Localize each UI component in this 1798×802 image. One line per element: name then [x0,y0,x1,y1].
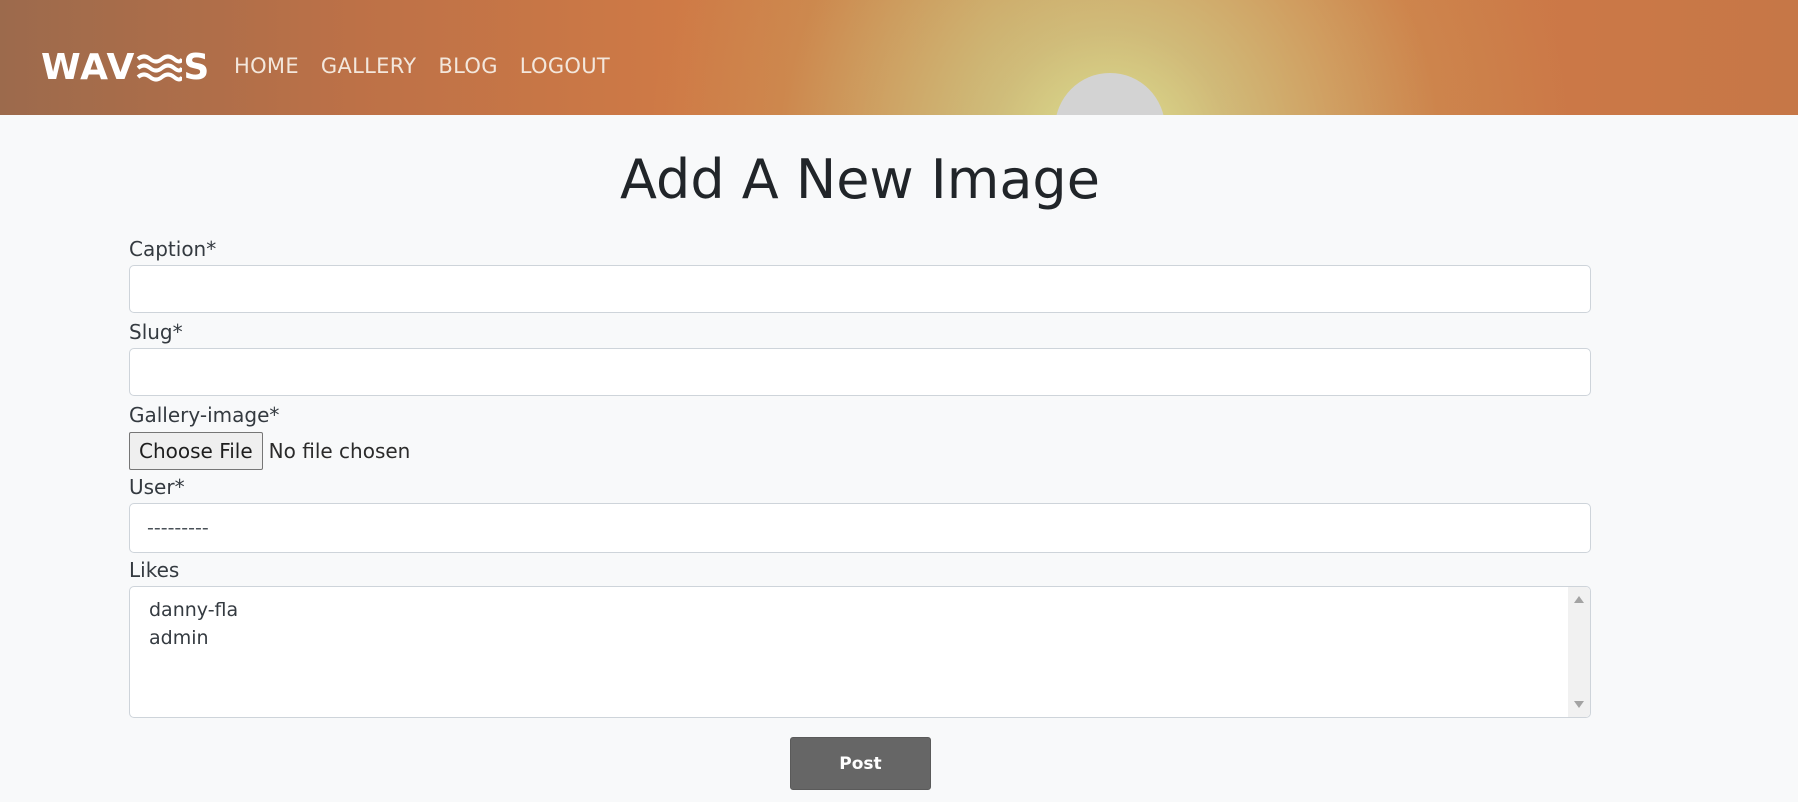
user-select[interactable]: --------- [129,503,1591,553]
logo-text-prefix: WAV [41,47,136,88]
sun-graphic [1055,73,1165,115]
likes-multiselect[interactable]: danny-fla admin [129,586,1591,718]
nav-blog-link[interactable]: BLOG [438,54,497,78]
post-button[interactable]: Post [790,737,931,790]
scroll-down-arrow-icon[interactable] [1574,701,1584,708]
caption-input[interactable] [129,265,1591,313]
header-banner: WAV S HOME GALLERY BLOG LOGOUT [0,0,1798,115]
caption-label: Caption* [129,237,217,261]
likes-option-danny-fla[interactable]: danny-fla [149,598,238,622]
user-select-value: --------- [147,517,209,539]
nav-logout-link[interactable]: LOGOUT [520,54,610,78]
likes-scrollbar[interactable] [1568,587,1590,717]
user-label: User* [129,475,185,499]
waves-icon [137,54,183,82]
page-title: Add A New Image [620,148,1100,211]
slug-input[interactable] [129,348,1591,396]
likes-label: Likes [129,558,180,582]
gallery-image-label: Gallery-image* [129,403,280,427]
likes-option-admin[interactable]: admin [149,626,209,650]
slug-label: Slug* [129,320,183,344]
choose-file-button[interactable]: Choose File [129,432,263,470]
gallery-image-file-input: Choose File No file chosen [129,432,410,470]
logo-text-suffix: S [183,47,211,88]
file-status-text: No file chosen [268,439,411,463]
main-nav: HOME GALLERY BLOG LOGOUT [234,54,610,78]
scroll-up-arrow-icon[interactable] [1574,596,1584,603]
nav-home-link[interactable]: HOME [234,54,299,78]
site-logo[interactable]: WAV S [41,48,210,88]
nav-gallery-link[interactable]: GALLERY [321,54,416,78]
